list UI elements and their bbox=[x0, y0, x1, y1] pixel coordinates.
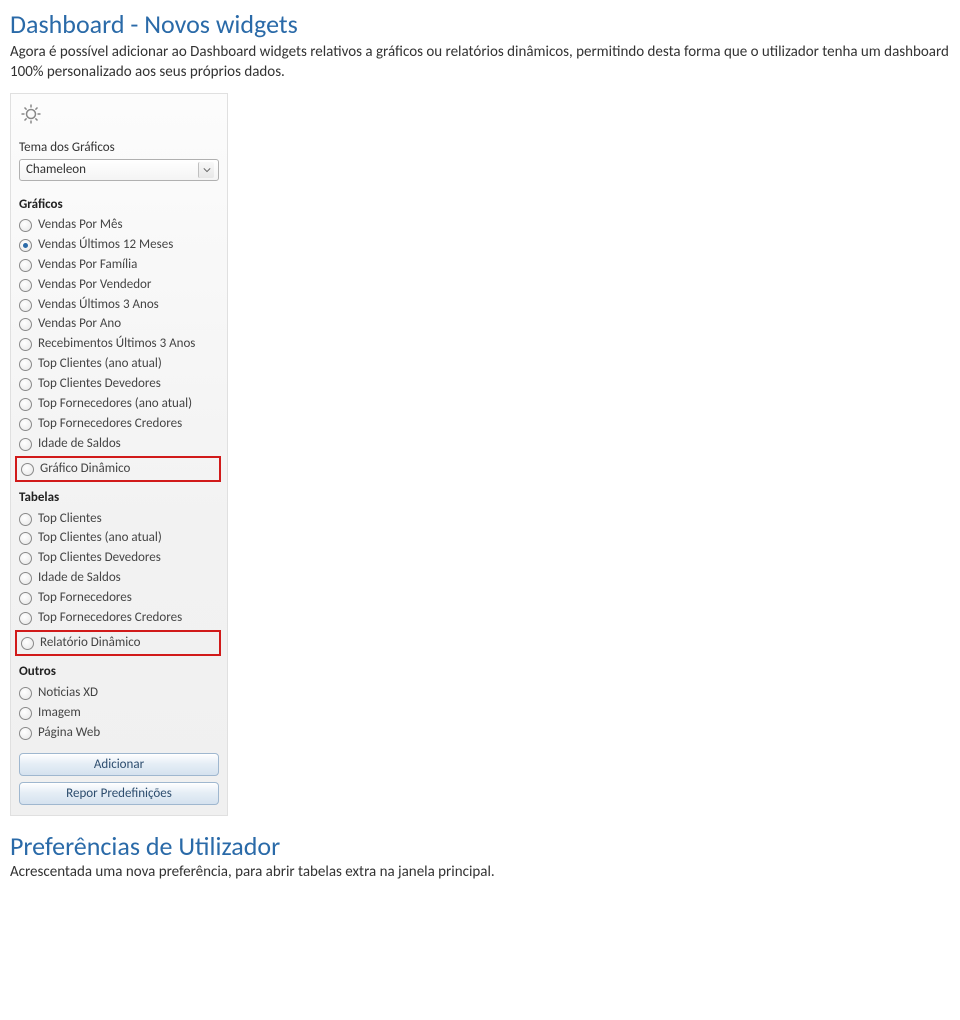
radio-label: Top Clientes (ano atual) bbox=[38, 530, 162, 547]
theme-label: Tema dos Gráficos bbox=[11, 136, 227, 157]
radio-icon bbox=[19, 592, 32, 605]
radio-icon bbox=[19, 612, 32, 625]
theme-selected-value: Chameleon bbox=[26, 162, 86, 177]
radio-icon bbox=[19, 318, 32, 331]
radio-item[interactable]: Relatório Dinâmico bbox=[17, 633, 219, 653]
radio-label: Gráfico Dinâmico bbox=[40, 461, 130, 478]
radio-icon bbox=[19, 398, 32, 411]
radio-item[interactable]: Noticias XD bbox=[15, 683, 223, 703]
widget-config-panel: Tema dos Gráficos Chameleon Gráficos Ven… bbox=[10, 93, 228, 816]
radio-label: Top Fornecedores (ano atual) bbox=[38, 396, 192, 413]
radio-label: Vendas Por Vendedor bbox=[38, 277, 151, 294]
gear-icon bbox=[19, 102, 43, 126]
radio-item[interactable]: Top Fornecedores Credores bbox=[15, 414, 223, 434]
radio-label: Vendas Últimos 3 Anos bbox=[38, 297, 159, 314]
radio-label: Top Clientes (ano atual) bbox=[38, 356, 162, 373]
radio-item[interactable]: Vendas Por Família bbox=[15, 255, 223, 275]
radio-label: Página Web bbox=[38, 725, 100, 742]
radio-label: Top Clientes Devedores bbox=[38, 376, 161, 393]
reset-button[interactable]: Repor Predefinições bbox=[19, 782, 219, 805]
radio-item[interactable]: Top Clientes bbox=[15, 509, 223, 529]
radio-icon bbox=[19, 707, 32, 720]
radio-item[interactable]: Idade de Saldos bbox=[15, 569, 223, 589]
radio-item[interactable]: Página Web bbox=[15, 723, 223, 743]
radio-icon bbox=[19, 338, 32, 351]
heading-dashboard-widgets: Dashboard - Novos widgets bbox=[10, 8, 950, 40]
radio-label: Recebimentos Últimos 3 Anos bbox=[38, 336, 195, 353]
radio-item[interactable]: Vendas Por Mês bbox=[15, 216, 223, 236]
radio-item[interactable]: Vendas Por Ano bbox=[15, 315, 223, 335]
paragraph-prefs-desc: Acrescentada uma nova preferência, para … bbox=[10, 862, 950, 882]
radio-item[interactable]: Recebimentos Últimos 3 Anos bbox=[15, 335, 223, 355]
paragraph-dashboard-desc: Agora é possível adicionar ao Dashboard … bbox=[10, 42, 950, 83]
radio-item[interactable]: Gráfico Dinâmico bbox=[17, 459, 219, 479]
radio-label: Top Clientes Devedores bbox=[38, 550, 161, 567]
theme-dropdown[interactable]: Chameleon bbox=[19, 159, 219, 181]
radio-label: Relatório Dinâmico bbox=[40, 635, 140, 652]
radio-item[interactable]: Vendas Por Vendedor bbox=[15, 275, 223, 295]
outros-header: Outros bbox=[11, 656, 227, 683]
radio-icon bbox=[19, 438, 32, 451]
radio-icon bbox=[21, 637, 34, 650]
radio-label: Top Clientes bbox=[38, 511, 102, 528]
graficos-highlight: Gráfico Dinâmico bbox=[15, 456, 221, 482]
radio-label: Idade de Saldos bbox=[38, 570, 121, 587]
radio-label: Imagem bbox=[38, 705, 81, 722]
radio-label: Idade de Saldos bbox=[38, 436, 121, 453]
radio-label: Vendas Últimos 12 Meses bbox=[38, 237, 173, 254]
radio-label: Top Fornecedores Credores bbox=[38, 416, 182, 433]
chevron-down-icon bbox=[198, 162, 214, 178]
radio-item[interactable]: Top Clientes (ano atual) bbox=[15, 355, 223, 375]
radio-label: Noticias XD bbox=[38, 685, 98, 702]
radio-label: Top Fornecedores Credores bbox=[38, 610, 182, 627]
radio-item[interactable]: Top Fornecedores bbox=[15, 589, 223, 609]
radio-icon bbox=[19, 279, 32, 292]
graficos-header: Gráficos bbox=[11, 189, 227, 216]
radio-icon bbox=[19, 552, 32, 565]
radio-label: Vendas Por Mês bbox=[38, 217, 123, 234]
radio-label: Vendas Por Família bbox=[38, 257, 137, 274]
radio-icon bbox=[21, 463, 34, 476]
radio-icon bbox=[19, 358, 32, 371]
radio-icon bbox=[19, 378, 32, 391]
radio-icon bbox=[19, 687, 32, 700]
tabelas-header: Tabelas bbox=[11, 482, 227, 509]
settings-icon-wrap[interactable] bbox=[11, 100, 227, 136]
radio-icon bbox=[19, 727, 32, 740]
radio-icon bbox=[19, 299, 32, 312]
add-button[interactable]: Adicionar bbox=[19, 753, 219, 776]
radio-icon bbox=[19, 259, 32, 272]
radio-label: Top Fornecedores bbox=[38, 590, 132, 607]
radio-item[interactable]: Vendas Últimos 12 Meses bbox=[15, 235, 223, 255]
radio-label: Vendas Por Ano bbox=[38, 316, 121, 333]
radio-item[interactable]: Top Fornecedores (ano atual) bbox=[15, 395, 223, 415]
heading-prefs: Preferências de Utilizador bbox=[10, 830, 950, 862]
radio-item[interactable]: Top Fornecedores Credores bbox=[15, 609, 223, 629]
outros-list: Noticias XD Imagem Página Web bbox=[11, 683, 227, 743]
radio-item[interactable]: Top Clientes Devedores bbox=[15, 549, 223, 569]
radio-icon bbox=[19, 239, 32, 252]
radio-item[interactable]: Top Clientes Devedores bbox=[15, 375, 223, 395]
radio-icon bbox=[19, 532, 32, 545]
graficos-list: Vendas Por Mês Vendas Últimos 12 Meses Ven… bbox=[11, 216, 227, 455]
radio-item[interactable]: Top Clientes (ano atual) bbox=[15, 529, 223, 549]
radio-item[interactable]: Imagem bbox=[15, 703, 223, 723]
tabelas-list: Top Clientes Top Clientes (ano atual) Top … bbox=[11, 509, 227, 628]
radio-icon bbox=[19, 219, 32, 232]
radio-icon bbox=[19, 572, 32, 585]
radio-item[interactable]: Idade de Saldos bbox=[15, 434, 223, 454]
radio-icon bbox=[19, 418, 32, 431]
tabelas-highlight: Relatório Dinâmico bbox=[15, 630, 221, 656]
radio-item[interactable]: Vendas Últimos 3 Anos bbox=[15, 295, 223, 315]
radio-icon bbox=[19, 513, 32, 526]
